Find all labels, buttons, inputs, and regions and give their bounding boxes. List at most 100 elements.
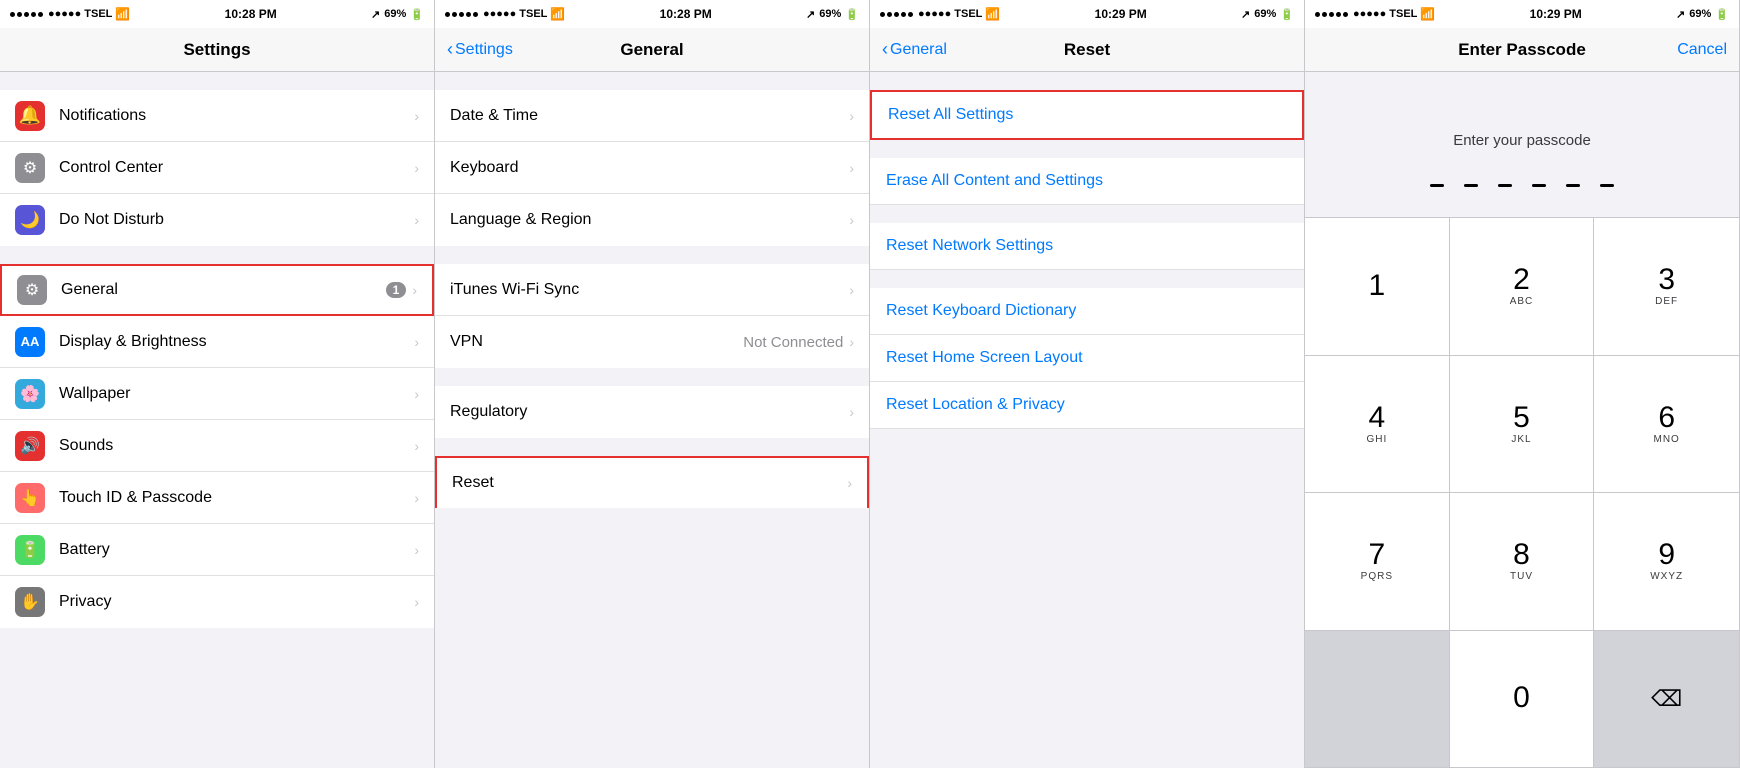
row-reset[interactable]: Reset ›	[435, 456, 869, 508]
dnd-label: Do Not Disturb	[59, 211, 414, 229]
signal-dots-4	[1315, 12, 1348, 17]
key-1[interactable]: 1	[1305, 218, 1450, 356]
key-9[interactable]: 9 WXYZ	[1594, 493, 1739, 631]
row-notifications[interactable]: 🔔 Notifications ›	[0, 90, 434, 142]
row-wallpaper[interactable]: 🌸 Wallpaper ›	[0, 368, 434, 420]
key-4-letters: GHI	[1366, 434, 1387, 445]
reset-network-label[interactable]: Reset Network Settings	[886, 237, 1053, 254]
regulatory-label: Regulatory	[450, 403, 849, 421]
cancel-button[interactable]: Cancel	[1677, 41, 1727, 59]
row-privacy[interactable]: ✋ Privacy ›	[0, 576, 434, 628]
status-right-2: ↗ 69% 🔋	[806, 8, 859, 21]
row-general[interactable]: ⚙ General 1 ›	[0, 264, 434, 316]
item-reset-location[interactable]: Reset Location & Privacy	[870, 382, 1304, 429]
passcode-dots	[1305, 169, 1739, 217]
key-8-num: 8	[1513, 540, 1530, 570]
sounds-icon: 🔊	[15, 431, 45, 461]
nav-bar-reset: ‹ General Reset	[870, 28, 1304, 72]
key-backspace[interactable]: ⌫	[1594, 631, 1739, 768]
general-section-3: Regulatory ›	[435, 386, 869, 438]
key-0-num: 0	[1513, 683, 1530, 713]
key-5[interactable]: 5 JKL	[1450, 356, 1595, 494]
wifi-icon-3: 📶	[985, 7, 1000, 21]
item-reset-network[interactable]: Reset Network Settings	[870, 223, 1304, 270]
status-right-3: ↗ 69% 🔋	[1241, 8, 1294, 21]
battery-chevron: ›	[414, 542, 419, 558]
row-touchid[interactable]: 👆 Touch ID & Passcode ›	[0, 472, 434, 524]
row-sounds[interactable]: 🔊 Sounds ›	[0, 420, 434, 472]
back-to-settings[interactable]: ‹ Settings	[447, 39, 513, 60]
display-chevron: ›	[414, 334, 419, 350]
key-6[interactable]: 6 MNO	[1594, 356, 1739, 494]
row-display[interactable]: AA Display & Brightness ›	[0, 316, 434, 368]
gap-g3	[435, 368, 869, 386]
panel-reset: ●●●●● TSEL 📶 10:29 PM ↗ 69% 🔋 ‹ General …	[870, 0, 1305, 768]
display-icon: AA	[15, 327, 45, 357]
status-left-1: ●●●●● TSEL 📶	[10, 7, 130, 21]
row-vpn[interactable]: VPN Not Connected ›	[435, 316, 869, 368]
gap-r1	[870, 72, 1304, 90]
panel-passcode: ●●●●● TSEL 📶 10:29 PM ↗ 69% 🔋 Enter Pass…	[1305, 0, 1740, 768]
dot2	[17, 12, 22, 17]
row-language[interactable]: Language & Region ›	[435, 194, 869, 246]
erase-all-label[interactable]: Erase All Content and Settings	[886, 172, 1103, 189]
row-battery[interactable]: 🔋 Battery ›	[0, 524, 434, 576]
general-icon: ⚙	[17, 275, 47, 305]
key-0[interactable]: 0	[1450, 631, 1595, 768]
row-control-center[interactable]: ⚙ Control Center ›	[0, 142, 434, 194]
dot-1	[1430, 184, 1444, 187]
key-7-num: 7	[1368, 540, 1385, 570]
item-erase-all[interactable]: Erase All Content and Settings	[870, 158, 1304, 205]
wallpaper-label: Wallpaper	[59, 385, 414, 403]
row-dnd[interactable]: 🌙 Do Not Disturb ›	[0, 194, 434, 246]
reset-keyboard-label[interactable]: Reset Keyboard Dictionary	[886, 302, 1076, 319]
key-7[interactable]: 7 PQRS	[1305, 493, 1450, 631]
privacy-label: Privacy	[59, 593, 414, 611]
wallpaper-chevron: ›	[414, 386, 419, 402]
location-icon-4: ↗	[1676, 8, 1685, 21]
row-regulatory[interactable]: Regulatory ›	[435, 386, 869, 438]
back-chevron-general: ‹	[447, 39, 453, 60]
location-icon-3: ↗	[1241, 8, 1250, 21]
panel-settings: ●●●●● TSEL 📶 10:28 PM ↗ 69% 🔋 Settings 🔔…	[0, 0, 435, 768]
sounds-label: Sounds	[59, 437, 414, 455]
back-to-general[interactable]: ‹ General	[882, 39, 947, 60]
key-3[interactable]: 3 DEF	[1594, 218, 1739, 356]
general-section-reset: Reset ›	[435, 456, 869, 508]
battery-icon-2: 🔋	[845, 8, 859, 21]
battery-label: Battery	[59, 541, 414, 559]
touchid-icon: 👆	[15, 483, 45, 513]
reset-all-label[interactable]: Reset All Settings	[888, 106, 1013, 123]
settings-list: 🔔 Notifications › ⚙ Control Center › 🌙 D…	[0, 72, 434, 768]
wifi-icon-4: 📶	[1420, 7, 1435, 21]
reset-list: Reset All Settings Erase All Content and…	[870, 72, 1304, 768]
dot4	[31, 12, 36, 17]
row-itunes[interactable]: iTunes Wi-Fi Sync ›	[435, 264, 869, 316]
item-reset-home[interactable]: Reset Home Screen Layout	[870, 335, 1304, 382]
row-date-time[interactable]: Date & Time ›	[435, 90, 869, 142]
section-gap-2	[0, 246, 434, 264]
row-keyboard[interactable]: Keyboard ›	[435, 142, 869, 194]
gap-r2	[870, 140, 1304, 158]
key-4[interactable]: 4 GHI	[1305, 356, 1450, 494]
passcode-body: Enter your passcode 1 2 ABC 3 DEF	[1305, 72, 1739, 768]
key-5-num: 5	[1513, 403, 1530, 433]
key-2-num: 2	[1513, 265, 1530, 295]
item-reset-keyboard[interactable]: Reset Keyboard Dictionary	[870, 288, 1304, 335]
battery-percent-2: 69%	[819, 8, 841, 20]
general-label: General	[61, 281, 386, 299]
key-9-letters: WXYZ	[1650, 571, 1683, 582]
key-6-num: 6	[1658, 403, 1675, 433]
battery-icon-4: 🔋	[1715, 8, 1729, 21]
vpn-chevron: ›	[849, 334, 854, 350]
item-reset-all[interactable]: Reset All Settings	[870, 90, 1304, 140]
time-2: 10:28 PM	[660, 7, 712, 21]
reset-location-label[interactable]: Reset Location & Privacy	[886, 396, 1065, 413]
key-8[interactable]: 8 TUV	[1450, 493, 1595, 631]
key-2[interactable]: 2 ABC	[1450, 218, 1595, 356]
control-center-chevron: ›	[414, 160, 419, 176]
reset-home-label[interactable]: Reset Home Screen Layout	[886, 349, 1083, 366]
signal-dots-2	[445, 12, 478, 17]
status-bar-2: ●●●●● TSEL 📶 10:28 PM ↗ 69% 🔋	[435, 0, 869, 28]
carrier-1: ●●●●● TSEL	[48, 8, 112, 20]
